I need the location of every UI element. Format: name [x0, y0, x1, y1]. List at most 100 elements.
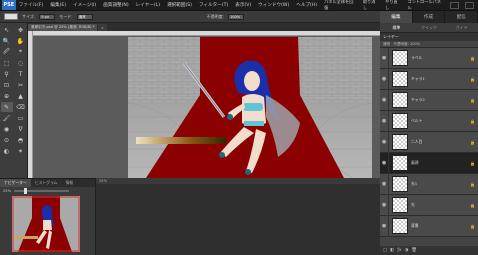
- undo-button[interactable]: 取り消し: [363, 0, 379, 11]
- tab-guided-edit[interactable]: ガイド: [445, 23, 478, 32]
- move-tool-icon[interactable]: ↖: [1, 25, 13, 35]
- gradient-tool-icon[interactable]: ▭: [15, 113, 27, 123]
- layer-thumbnail: [392, 176, 408, 192]
- smart-brush-tool-icon[interactable]: ✶: [15, 146, 27, 156]
- document-tab-close[interactable]: x: [98, 24, 107, 31]
- zoom-tool-icon[interactable]: ✥: [15, 25, 27, 35]
- menu-window[interactable]: ウィンドウ(W): [258, 2, 289, 8]
- tab-histogram[interactable]: ヒストグラム: [31, 179, 62, 187]
- menu-enhance[interactable]: 画質調整(N): [103, 2, 128, 8]
- tab-edit[interactable]: 編集: [380, 11, 413, 23]
- menu-edit[interactable]: 編集(E): [50, 2, 66, 8]
- layer-row[interactable]: ● 光 🔒: [380, 194, 478, 216]
- layers-options: 通常 不透明度: 100%: [380, 41, 478, 48]
- menu-select[interactable]: 選択範囲(S): [167, 2, 192, 8]
- tab-full-edit[interactable]: 標準: [380, 23, 413, 32]
- layer-opacity-field[interactable]: 不透明度: 100%: [393, 42, 420, 47]
- shape-tool-icon[interactable]: ▲: [15, 91, 27, 101]
- menu-layer[interactable]: レイヤー(L): [136, 2, 160, 8]
- minimize-button[interactable]: [450, 1, 460, 9]
- layer-row[interactable]: ● 二人目 🔒: [380, 131, 478, 153]
- eye-icon[interactable]: ●: [380, 215, 389, 237]
- blur-tool-icon[interactable]: ∇: [15, 124, 27, 134]
- layers-footer: □ ◧ ƒx ◑ 🗑: [380, 246, 478, 255]
- tab-create[interactable]: 作成: [413, 11, 446, 23]
- eye-icon[interactable]: ●: [380, 131, 389, 153]
- mask-icon[interactable]: ◧: [390, 248, 394, 253]
- brush-tool-icon[interactable]: ✎: [0, 102, 13, 112]
- lock-icon: 🔒: [470, 202, 475, 208]
- layer-name: キャラ2: [411, 97, 425, 102]
- eyedropper-tool-icon[interactable]: ✋: [15, 36, 27, 46]
- eye-icon[interactable]: ●: [380, 89, 389, 111]
- layer-row[interactable]: ● ラベル 🔒: [380, 47, 478, 69]
- layer-name: 風邪: [411, 160, 419, 165]
- adjustment-layer-icon[interactable]: ◑: [404, 248, 408, 253]
- menubar-actions: パネル全体を回復 取り消し やり直し コントロールパネル: [324, 0, 478, 11]
- crop-tool-icon[interactable]: ⊡: [1, 80, 13, 90]
- eye-icon[interactable]: ●: [380, 194, 389, 216]
- blend-mode-select[interactable]: 通常: [383, 42, 390, 47]
- vertical-ruler: [28, 31, 33, 178]
- eye-icon[interactable]: ●: [380, 152, 389, 174]
- layer-row[interactable]: ● キャラ2 🔒: [380, 89, 478, 111]
- menu-view[interactable]: 表示(V): [235, 2, 251, 8]
- lock-icon: 🔒: [470, 139, 475, 145]
- lasso-tool-icon[interactable]: ◌: [15, 58, 27, 68]
- navigator-zoom: 25%: [0, 187, 95, 194]
- size-field[interactable]: 9 px: [39, 13, 56, 20]
- eraser-tool-icon[interactable]: ⌫: [15, 102, 27, 112]
- eye-icon[interactable]: ●: [380, 47, 389, 69]
- text-tool-icon[interactable]: T: [15, 69, 27, 79]
- layer-row[interactable]: ● ベルト 🔒: [380, 110, 478, 132]
- layer-style-icon[interactable]: ƒx: [397, 248, 401, 253]
- clone-stamp-tool-icon[interactable]: ◉: [1, 124, 13, 134]
- eye-icon[interactable]: ●: [380, 173, 389, 195]
- zoom-slider[interactable]: [14, 187, 69, 194]
- tab-navigator[interactable]: ナビゲーター: [0, 179, 31, 187]
- new-layer-icon[interactable]: □: [383, 248, 387, 253]
- paint-bucket-tool-icon[interactable]: 🖌: [1, 113, 13, 123]
- document-tab-active[interactable]: 風邪引き.psd @ 25% (風邪, RGB/8) *: [28, 24, 98, 31]
- layer-row[interactable]: ● 光1 🔒: [380, 173, 478, 195]
- burn-tool-icon[interactable]: ◐: [1, 146, 13, 156]
- opacity-field[interactable]: 100%: [227, 13, 244, 20]
- reset-panels-button[interactable]: パネル全体を回復: [324, 0, 357, 11]
- lock-icon: 🔒: [470, 223, 475, 229]
- eye-icon[interactable]: ●: [380, 68, 389, 90]
- cookie-cutter-tool-icon[interactable]: ✂: [15, 80, 27, 90]
- dodge-tool-icon[interactable]: ◓: [15, 135, 27, 145]
- tab-share[interactable]: 配信: [445, 11, 478, 23]
- layer-row[interactable]: ● 背景 🔒: [380, 215, 478, 237]
- layer-row[interactable]: ● キャラ1 🔒: [380, 68, 478, 90]
- control-panel-button[interactable]: コントロールパネル: [408, 0, 445, 11]
- toolbox: ↖ ✥ 🔍 ✋ 🖉 ⌖ ⬚ ◌ ⚲ T ⊡ ✂ ⊕ ▲ ✎ ⌫ 🖌 ▭ ◉ ∇ …: [0, 23, 28, 195]
- hand-tool-icon[interactable]: 🔍: [1, 36, 13, 46]
- eye-icon[interactable]: ●: [380, 110, 389, 132]
- magic-wand-tool-icon[interactable]: ⚲: [1, 69, 13, 79]
- close-button[interactable]: [465, 1, 474, 9]
- target-tool-icon[interactable]: ⌖: [15, 47, 27, 57]
- menu-file[interactable]: ファイル(F): [19, 2, 44, 8]
- brush-preset-picker[interactable]: [4, 13, 18, 20]
- marquee-tool-icon[interactable]: ⬚: [1, 58, 13, 68]
- menu-image[interactable]: イメージ(I): [73, 2, 96, 8]
- trash-icon[interactable]: 🗑: [411, 248, 417, 253]
- mode-label: モード:: [59, 13, 73, 19]
- redo-button[interactable]: やり直し: [385, 0, 401, 11]
- navigator-thumbnail[interactable]: [12, 196, 80, 252]
- canvas-workspace[interactable]: [28, 31, 380, 178]
- app-logo: PSE: [2, 0, 16, 10]
- menu-help[interactable]: ヘルプ(H): [296, 2, 317, 8]
- sponge-tool-icon[interactable]: ⊙: [1, 135, 13, 145]
- menu-filter[interactable]: フィルター(T): [199, 2, 228, 8]
- layer-row-selected[interactable]: ● 風邪 🔒: [380, 152, 478, 174]
- zoom-slider-handle[interactable]: [24, 187, 27, 194]
- document-canvas[interactable]: [127, 37, 373, 178]
- red-eye-tool-icon[interactable]: ⊕: [1, 91, 13, 101]
- pencil-tool-icon[interactable]: 🖉: [1, 47, 13, 57]
- options-bar: サイズ: 9 px モード: 通常 不透明度: 100%: [0, 11, 380, 23]
- mode-select[interactable]: 通常: [76, 13, 93, 20]
- tab-info[interactable]: 情報: [61, 179, 77, 187]
- tab-quick-edit[interactable]: クイック: [413, 23, 446, 32]
